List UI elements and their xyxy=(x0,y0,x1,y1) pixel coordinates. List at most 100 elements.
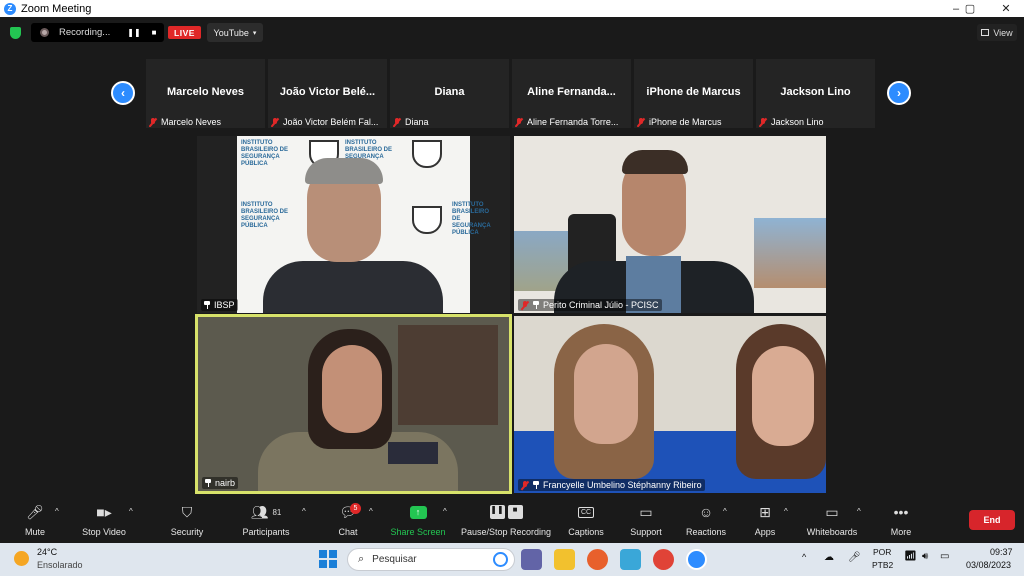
meeting-toolbar: 🎤︎ Mute ^ ■▸ Stop Video ^ ⛉ Security 👥︎ 81 Pa… xyxy=(0,497,1024,543)
share-screen-button[interactable]: ↑ Share Screen xyxy=(390,501,446,541)
video-tile-nairb[interactable]: nairb xyxy=(195,314,512,494)
participant-footer: Marcelo Neves xyxy=(149,117,262,127)
chat-button[interactable]: 💬︎ Chat 5 xyxy=(334,501,362,541)
maximize-button[interactable]: ▢ xyxy=(953,0,987,17)
zoom-taskbar-icon[interactable] xyxy=(686,549,707,570)
mic-muted-icon xyxy=(521,300,529,310)
mic-muted-icon xyxy=(271,117,279,127)
mute-options-caret-icon[interactable]: ^ xyxy=(55,507,59,516)
share-screen-icon: ↑ xyxy=(409,501,427,523)
clock-time[interactable]: 09:37 xyxy=(990,547,1013,557)
language-bottom[interactable]: PTB2 xyxy=(872,560,893,570)
security-button[interactable]: ⛉ Security xyxy=(168,501,206,541)
more-button[interactable]: ••• More xyxy=(886,501,916,541)
sun-weather-icon[interactable] xyxy=(14,551,29,566)
firefox-icon[interactable] xyxy=(587,549,608,570)
person-face xyxy=(322,345,382,433)
background-door xyxy=(398,325,498,425)
video-tile-francyelle[interactable]: Francyelle Umbelino Stéphanny Ribeiro xyxy=(514,316,826,493)
encryption-shield-icon[interactable] xyxy=(10,27,21,39)
chrome-icon[interactable] xyxy=(653,549,674,570)
smiley-icon: ☺ xyxy=(698,504,714,520)
support-chat-icon: ▭ xyxy=(639,503,653,520)
ibsp-emblem-icon xyxy=(412,140,442,168)
prev-page-button[interactable]: ‹ xyxy=(111,81,135,105)
photos-icon[interactable] xyxy=(620,549,641,570)
file-explorer-icon[interactable] xyxy=(554,549,575,570)
microphone-tray-icon[interactable]: 🎤︎ xyxy=(848,552,861,563)
person-face xyxy=(752,346,814,446)
whiteboards-button[interactable]: ▭ Whiteboards xyxy=(805,501,859,541)
participants-options-caret-icon[interactable]: ^ xyxy=(302,507,306,516)
participant-tile[interactable]: iPhone de Marcus iPhone de Marcus xyxy=(634,59,753,128)
video-options-caret-icon[interactable]: ^ xyxy=(129,507,133,516)
weather-desc[interactable]: Ensolarado xyxy=(37,560,83,570)
participant-footer: iPhone de Marcus xyxy=(637,117,750,127)
participant-name: iPhone de Marcus xyxy=(646,86,741,98)
participant-tile[interactable]: João Victor Belé... João Victor Belém Fa… xyxy=(268,59,387,128)
cloud-icon[interactable]: ☁ xyxy=(824,552,834,563)
video-tile-label: IBSP xyxy=(201,299,238,311)
clock-date[interactable]: 03/08/2023 xyxy=(966,560,1011,570)
participant-tile[interactable]: Jackson Lino Jackson Lino xyxy=(756,59,875,128)
pause-recording-icon[interactable]: ❚❚ xyxy=(127,23,141,42)
captions-button[interactable]: CC Captions xyxy=(566,501,606,541)
meeting-area: Recording... ❚❚ ■ LIVE YouTube ▾ View ‹ … xyxy=(0,17,1024,497)
stop-video-button[interactable]: ■▸ Stop Video xyxy=(80,501,128,541)
reactions-options-caret-icon[interactable]: ^ xyxy=(723,507,727,516)
participant-label: Marcelo Neves xyxy=(161,117,222,127)
view-button[interactable]: View xyxy=(977,24,1017,41)
speaker-icon[interactable]: 🔊︎ xyxy=(922,551,928,562)
mic-muted-icon xyxy=(521,480,529,490)
participant-tile[interactable]: Marcelo Neves Marcelo Neves xyxy=(146,59,265,128)
window-title: Zoom Meeting xyxy=(21,2,92,15)
battery-icon[interactable]: ▭ xyxy=(940,551,949,562)
stop-recording-icon[interactable]: ■ xyxy=(147,23,161,42)
participant-label: Diana xyxy=(405,117,429,127)
end-meeting-button[interactable]: End xyxy=(969,510,1015,530)
weather-temp[interactable]: 24°C xyxy=(37,547,57,557)
video-tile-label: Perito Criminal Júlio - PCISC xyxy=(518,299,662,311)
os-taskbar: 24°C Ensolarado ⌕ Pesquisar ^ ☁ 🎤︎ POR P… xyxy=(0,543,1024,576)
apps-button[interactable]: ⊞ Apps xyxy=(750,501,780,541)
mute-button[interactable]: 🎤︎ Mute xyxy=(18,501,52,541)
close-button[interactable]: ✕ xyxy=(989,0,1023,17)
participant-label: iPhone de Marcus xyxy=(649,117,722,127)
language-top[interactable]: POR xyxy=(873,547,891,557)
chat-options-caret-icon[interactable]: ^ xyxy=(369,507,373,516)
stream-target-label: YouTube xyxy=(213,27,249,38)
participant-tile[interactable]: Diana Diana xyxy=(390,59,509,128)
windows-start-icon[interactable] xyxy=(319,550,337,568)
whiteboards-options-caret-icon[interactable]: ^ xyxy=(857,507,861,516)
zoom-logo-icon: Z xyxy=(4,2,16,15)
recording-status: Recording... xyxy=(59,27,111,38)
mic-muted-icon xyxy=(515,117,523,127)
next-page-button[interactable]: › xyxy=(887,81,911,105)
taskbar-search[interactable]: ⌕ Pesquisar xyxy=(347,548,515,571)
wifi-icon[interactable]: 📶︎ xyxy=(904,551,917,562)
teams-chat-icon[interactable] xyxy=(521,549,542,570)
participants-button[interactable]: 👥︎ 81 Participants xyxy=(240,501,292,541)
video-tile-ibsp[interactable]: INSTITUTO BRASILEIRO DE SEGURANÇA PÚBLICA I… xyxy=(197,136,510,313)
reactions-button[interactable]: ☺ Reactions xyxy=(685,501,727,541)
pause-stop-recording-button[interactable]: ❚❚ ■ Pause/Stop Recording xyxy=(460,501,552,541)
participants-count: 81 xyxy=(272,507,282,517)
support-button[interactable]: ▭ Support xyxy=(626,501,666,541)
chevron-up-icon[interactable]: ^ xyxy=(802,552,806,562)
view-label: View xyxy=(993,27,1013,38)
video-tile-perito[interactable]: Perito Criminal Júlio - PCISC xyxy=(514,136,826,313)
participant-name: Jackson Lino xyxy=(780,86,851,98)
apps-options-caret-icon[interactable]: ^ xyxy=(784,507,788,516)
participant-name: Aline Fernanda... xyxy=(527,86,616,98)
stream-target-dropdown[interactable]: YouTube ▾ xyxy=(207,23,263,42)
share-options-caret-icon[interactable]: ^ xyxy=(443,507,447,516)
window-titlebar: Z Zoom Meeting – ▢ ✕ xyxy=(0,0,1024,17)
participant-name: João Victor Belé... xyxy=(279,86,376,98)
mic-muted-icon xyxy=(393,117,401,127)
participant-label: João Victor Belém Fal... xyxy=(283,117,379,127)
pause-stop-icon: ❚❚ ■ xyxy=(489,501,523,523)
video-camera-icon: ■▸ xyxy=(96,503,112,520)
participant-label: Aline Fernanda Torre... xyxy=(527,117,619,127)
participants-icon: 👥︎ 81 xyxy=(250,503,282,520)
participant-tile[interactable]: Aline Fernanda... Aline Fernanda Torre..… xyxy=(512,59,631,128)
